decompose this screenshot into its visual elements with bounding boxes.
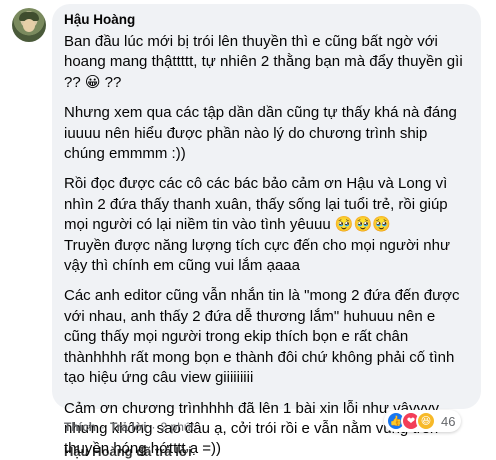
comment-paragraph-4: Các anh editor cũng vẫn nhắn tin là "mon… — [64, 287, 464, 387]
comment-bubble: Hậu Hoàng Ban đầu lúc mới bị trói lên th… — [52, 4, 481, 457]
next-comment-preview[interactable]: Hậu Hoàng đã trả lời — [64, 444, 192, 459]
reply-button[interactable]: Trả lời — [110, 420, 147, 434]
haha-icon: 😆 — [416, 411, 436, 431]
comment-timestamp[interactable]: 2 phút — [161, 420, 194, 434]
reaction-count: 46 — [441, 413, 456, 429]
comment-author[interactable]: Hậu Hoàng — [64, 12, 469, 28]
like-button[interactable]: Thích — [64, 420, 96, 434]
reaction-summary[interactable]: 👍 ❤ 😆 46 — [384, 410, 462, 432]
comment-actions: Thích · Trả lời · 2 phút — [64, 420, 194, 434]
separator-dot: · — [101, 420, 105, 434]
comment-paragraph-2: Nhưng xem qua các tập dần dần cũng tự th… — [64, 104, 462, 163]
comment-paragraph-3: Rồi đọc được các cô các bác bảo cảm ơn H… — [64, 175, 451, 275]
separator-dot: · — [151, 420, 156, 434]
comment-paragraph-1: Ban đầu lúc mới bị trói lên thuyền thì e… — [64, 33, 467, 91]
author-avatar[interactable] — [12, 8, 46, 42]
